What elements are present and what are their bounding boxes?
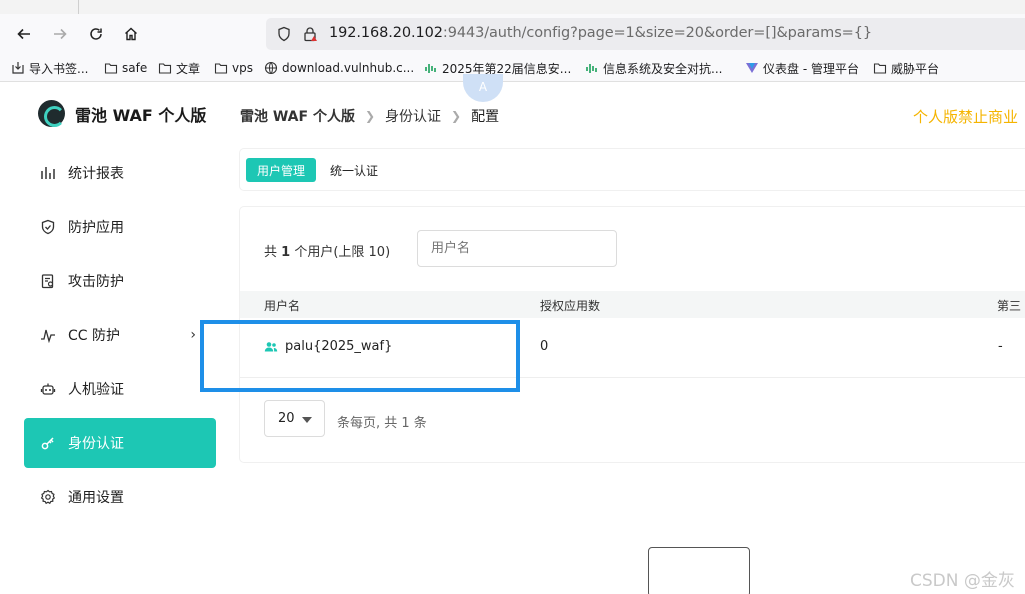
- bookmark-articles[interactable]: 文章: [158, 60, 200, 76]
- folder-icon: [873, 63, 887, 74]
- sidebar-item-statistics[interactable]: 统计报表: [24, 148, 216, 198]
- brand[interactable]: 雷池 WAF 个人版: [38, 100, 206, 127]
- page-info: 条每页, 共 1 条: [337, 416, 427, 431]
- bookmark-vulnhub[interactable]: download.vulnhub.c...: [264, 60, 414, 76]
- shield-icon: [41, 219, 55, 235]
- key-icon: [41, 437, 54, 450]
- site-icon: [425, 64, 436, 73]
- bookmark-safe[interactable]: safe: [104, 60, 147, 76]
- sidebar-item-label: 统计报表: [68, 166, 124, 182]
- forward-icon[interactable]: [47, 22, 73, 46]
- tab-unified-auth[interactable]: 统一认证: [319, 158, 389, 182]
- license-notice: 个人版禁止商业: [913, 108, 1019, 126]
- sidebar-item-identity-auth[interactable]: 身份认证: [24, 418, 216, 468]
- folder-icon: [214, 63, 228, 74]
- lock-warning-icon[interactable]: [302, 26, 318, 42]
- sidebar-item-label: CC 防护: [68, 328, 121, 344]
- caret-down-icon: [302, 417, 312, 423]
- gear-icon: [40, 489, 56, 505]
- reload-icon[interactable]: [83, 22, 109, 46]
- watermark: CSDN @金灰: [910, 571, 1015, 591]
- username-search-input[interactable]: [417, 230, 617, 267]
- sidebar-item-applications[interactable]: 防护应用: [24, 202, 216, 252]
- sidebar-item-label: 通用设置: [68, 490, 124, 506]
- site-icon: [586, 64, 597, 73]
- third-cell: -: [998, 339, 1003, 354]
- back-icon[interactable]: [11, 22, 37, 46]
- globe-icon: [264, 61, 278, 75]
- browser-toolbar: 192.168.20.102:9443/auth/config?page=1&s…: [0, 14, 1025, 54]
- breadcrumb-current: 配置: [471, 109, 500, 125]
- breadcrumb-separator-icon: ❯: [364, 109, 376, 123]
- breadcrumb-identity-auth[interactable]: 身份认证: [385, 106, 441, 126]
- url-bar[interactable]: 192.168.20.102:9443/auth/config?page=1&s…: [266, 18, 1025, 50]
- shield-icon[interactable]: [276, 26, 292, 42]
- clipboard-search-icon: [41, 274, 54, 289]
- sidebar-item-general-settings[interactable]: 通用设置: [24, 472, 216, 522]
- page-size-select[interactable]: 20: [264, 400, 325, 437]
- breadcrumb: 雷池 WAF 个人版 ❯ 身份认证 ❯ 配置: [240, 106, 499, 126]
- column-third: 第三: [997, 299, 1022, 313]
- sidebar: 雷池 WAF 个人版 统计报表 防护应用 攻击防护 CC 防护 › 人机验证 身…: [0, 83, 232, 594]
- robot-icon: [40, 383, 56, 395]
- vuetify-icon: [746, 63, 758, 73]
- authorized-apps-cell: 0: [540, 339, 549, 354]
- bookmark-import[interactable]: 导入书签...: [11, 60, 88, 76]
- sidebar-item-attack-protection[interactable]: 攻击防护: [24, 256, 216, 306]
- user-count: 共 1 个用户(上限 10): [264, 245, 391, 260]
- bookmark-threat[interactable]: 威胁平台: [873, 60, 939, 76]
- sidebar-item-label: 人机验证: [68, 382, 124, 398]
- sidebar-item-captcha[interactable]: 人机验证: [24, 364, 216, 414]
- brand-name: 雷池 WAF 个人版: [75, 105, 207, 125]
- sidebar-item-label: 身份认证: [68, 436, 124, 452]
- column-authorized-apps: 授权应用数: [540, 299, 601, 313]
- pulse-icon: [41, 329, 55, 343]
- url-text: 192.168.20.102:9443/auth/config?page=1&s…: [329, 25, 872, 41]
- sidebar-item-label: 攻击防护: [68, 274, 124, 290]
- chevron-right-icon: ›: [190, 327, 196, 343]
- import-icon: [12, 62, 24, 74]
- column-username: 用户名: [264, 299, 301, 313]
- sidebar-item-label: 防护应用: [68, 220, 124, 236]
- home-icon[interactable]: [118, 22, 144, 46]
- bookmarks-bar: 导入书签... safe 文章 vps download.vulnhub.c..…: [0, 54, 1025, 82]
- bookmark-dashboard[interactable]: 仪表盘 - 管理平台: [745, 60, 859, 76]
- floating-box: [648, 547, 750, 594]
- bookmark-infosys[interactable]: 信息系统及安全对抗...: [585, 60, 722, 76]
- tabs-card: 用户管理 统一认证: [240, 149, 1025, 190]
- table-header: 用户名 授权应用数 第三: [240, 291, 1025, 318]
- translate-bubble[interactable]: A: [463, 74, 503, 102]
- breadcrumb-separator-icon: ❯: [451, 109, 462, 123]
- bookmark-vps[interactable]: vps: [214, 60, 253, 76]
- tab-strip: [0, 0, 1025, 14]
- annotation-highlight-box: [200, 320, 520, 392]
- tab-user-management[interactable]: 用户管理: [246, 158, 317, 182]
- breadcrumb-root[interactable]: 雷池 WAF 个人版: [240, 106, 355, 126]
- sidebar-item-cc-protection[interactable]: CC 防护 ›: [24, 310, 216, 360]
- bar-chart-icon: [41, 167, 55, 179]
- safeline-logo-icon: [38, 100, 65, 127]
- page-size-value: 20: [278, 411, 295, 426]
- folder-icon: [158, 63, 172, 74]
- folder-icon: [104, 63, 118, 74]
